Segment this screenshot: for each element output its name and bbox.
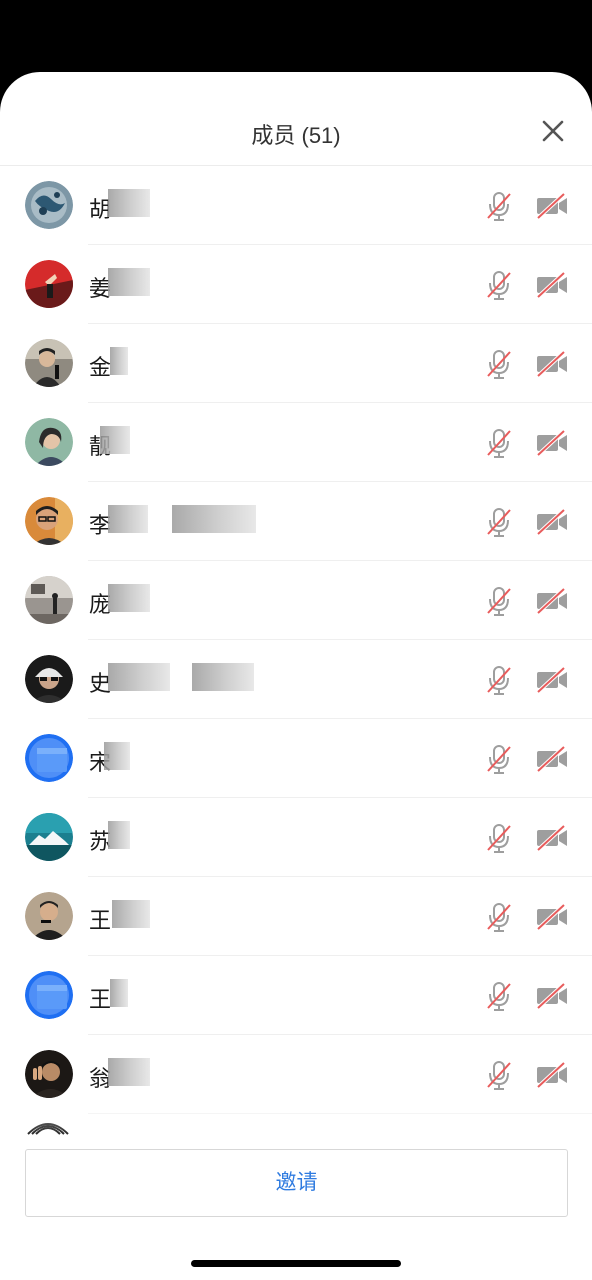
name-redaction	[100, 426, 130, 454]
avatar-man-mic[interactable]	[25, 892, 73, 940]
partial-member-row	[0, 1112, 592, 1136]
members-panel: 成员 (51) 胡姜金靓李庞史宋苏王王翁 邀请	[0, 72, 592, 1280]
member-name: 王	[89, 987, 112, 1012]
camera-off-icon[interactable]	[535, 824, 569, 852]
avatar-blue-pattern[interactable]	[25, 181, 73, 229]
mic-muted-icon[interactable]	[485, 506, 513, 538]
camera-off-icon[interactable]	[535, 666, 569, 694]
mic-muted-icon[interactable]	[485, 427, 513, 459]
avatar-man-cap[interactable]	[25, 655, 73, 703]
panel-title: 成员 (51)	[251, 123, 341, 148]
name-redaction	[104, 742, 130, 770]
avatar-woman-photo[interactable]	[25, 418, 73, 466]
mic-muted-icon[interactable]	[485, 743, 513, 775]
name-redaction	[108, 189, 150, 217]
member-row[interactable]: 翁	[25, 1035, 592, 1114]
name-redaction	[112, 900, 150, 928]
member-row[interactable]: 王	[25, 956, 592, 1035]
mic-muted-icon[interactable]	[485, 348, 513, 380]
avatar-iceberg[interactable]	[25, 813, 73, 861]
member-row[interactable]: 王	[25, 877, 592, 956]
avatar-blue-default[interactable]	[25, 971, 73, 1019]
camera-off-icon[interactable]	[535, 350, 569, 378]
mic-muted-icon[interactable]	[485, 664, 513, 696]
name-redaction	[192, 663, 254, 691]
avatar-blue-default[interactable]	[25, 734, 73, 782]
name-redaction	[108, 584, 150, 612]
name-redaction	[172, 505, 256, 533]
camera-off-icon[interactable]	[535, 429, 569, 457]
member-row[interactable]: 苏	[25, 798, 592, 877]
avatar-man-photo[interactable]	[25, 339, 73, 387]
member-row[interactable]: 胡	[25, 166, 592, 245]
camera-off-icon[interactable]	[535, 903, 569, 931]
camera-off-icon[interactable]	[535, 508, 569, 536]
name-redaction	[108, 505, 148, 533]
camera-off-icon[interactable]	[535, 745, 569, 773]
member-row-content: 翁	[0, 1035, 592, 1113]
member-name: 金	[89, 355, 112, 380]
camera-off-icon[interactable]	[535, 587, 569, 615]
member-row-content: 金	[0, 324, 592, 402]
invite-button[interactable]: 邀请	[25, 1149, 568, 1217]
camera-off-icon[interactable]	[535, 982, 569, 1010]
member-row-content: 靓	[0, 403, 592, 481]
member-list[interactable]: 胡姜金靓李庞史宋苏王王翁	[0, 166, 592, 1136]
member-row[interactable]: 姜	[25, 245, 592, 324]
name-redaction	[108, 1058, 150, 1086]
member-row[interactable]: 庞	[25, 561, 592, 640]
member-row[interactable]: 李	[25, 482, 592, 561]
mic-muted-icon[interactable]	[485, 822, 513, 854]
mic-muted-icon[interactable]	[485, 190, 513, 222]
avatar-man-peace[interactable]	[25, 1050, 73, 1098]
camera-off-icon[interactable]	[535, 192, 569, 220]
mic-muted-icon[interactable]	[485, 980, 513, 1012]
member-row-content: 宋	[0, 719, 592, 797]
mic-muted-icon[interactable]	[485, 901, 513, 933]
avatar-man-glasses[interactable]	[25, 497, 73, 545]
avatar-grey-scene[interactable]	[25, 576, 73, 624]
mic-muted-icon[interactable]	[485, 1059, 513, 1091]
close-icon	[542, 120, 564, 142]
member-row-content: 胡	[0, 166, 592, 244]
member-row[interactable]: 史	[25, 640, 592, 719]
name-redaction	[110, 979, 128, 1007]
member-row[interactable]: 宋	[25, 719, 592, 798]
avatar-red-bridge[interactable]	[25, 260, 73, 308]
member-row-content: 苏	[0, 798, 592, 876]
member-row-content: 王	[0, 877, 592, 955]
member-name: 王	[89, 908, 112, 933]
close-button[interactable]	[537, 115, 569, 147]
member-row-content: 李	[0, 482, 592, 560]
panel-header: 成员 (51)	[0, 72, 592, 166]
name-redaction	[108, 821, 130, 849]
camera-off-icon[interactable]	[535, 271, 569, 299]
mic-muted-icon[interactable]	[485, 585, 513, 617]
partial-avatar-icon	[0, 1112, 592, 1136]
home-indicator[interactable]	[191, 1260, 401, 1267]
member-row-content: 庞	[0, 561, 592, 639]
name-redaction	[110, 347, 128, 375]
camera-off-icon[interactable]	[535, 1061, 569, 1089]
member-row[interactable]: 金	[25, 324, 592, 403]
mic-muted-icon[interactable]	[485, 269, 513, 301]
member-row-content: 姜	[0, 245, 592, 323]
member-row-content: 史	[0, 640, 592, 718]
name-redaction	[108, 268, 150, 296]
member-row[interactable]: 靓	[25, 403, 592, 482]
member-row-content: 王	[0, 956, 592, 1034]
name-redaction	[108, 663, 170, 691]
